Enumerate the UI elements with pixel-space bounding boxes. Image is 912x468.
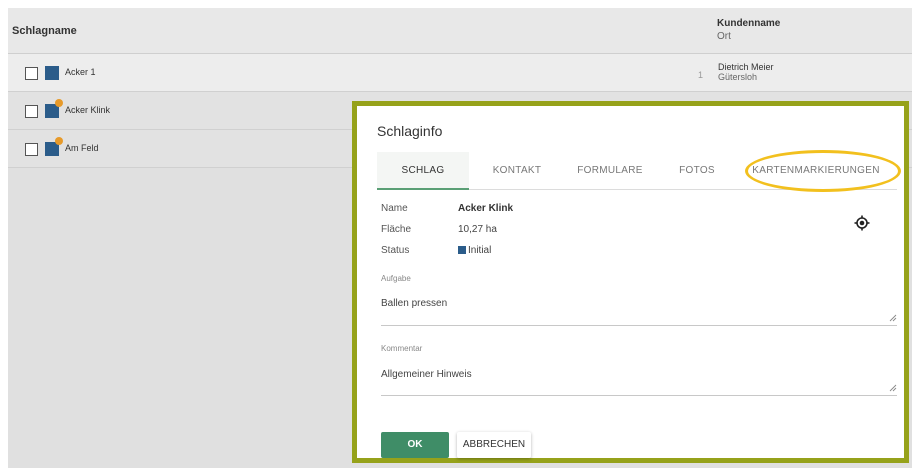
highlight-ellipse xyxy=(745,150,901,192)
resize-handle-icon[interactable] xyxy=(889,314,897,322)
field-status-swatch xyxy=(45,66,59,80)
status-swatch xyxy=(458,246,466,254)
tab-schlag[interactable]: SCHLAG xyxy=(377,152,469,190)
resize-handle-icon[interactable] xyxy=(889,384,897,392)
tab-formulare[interactable]: FORMULARE xyxy=(575,152,645,190)
dialog-title: Schlaginfo xyxy=(377,123,443,139)
name-value: Acker Klink xyxy=(458,203,514,214)
field-info-dialog: Schlaginfo SCHLAG KONTAKT FORMULARE FOTO… xyxy=(352,101,909,463)
comment-input[interactable]: Allgemeiner Hinweis xyxy=(381,369,472,380)
row-checkbox[interactable] xyxy=(25,105,38,118)
area-value: 10,27 ha xyxy=(458,224,497,235)
column-header-name[interactable]: Schlagname xyxy=(12,25,77,37)
ok-button[interactable]: OK xyxy=(381,432,449,458)
column-header-customer[interactable]: Kundenname Ort xyxy=(717,17,780,43)
tab-kontakt[interactable]: KONTAKT xyxy=(489,152,545,190)
notification-badge-icon xyxy=(55,99,63,107)
table-header: Schlagname Kundenname Ort xyxy=(8,8,912,54)
task-label: Aufgabe xyxy=(381,274,411,283)
row-checkbox[interactable] xyxy=(25,143,38,156)
notification-badge-icon xyxy=(55,137,63,145)
name-label: Name xyxy=(381,203,408,214)
row-checkbox[interactable] xyxy=(25,67,38,80)
row-customer: Dietrich Meier Gütersloh xyxy=(718,62,774,82)
status-value: Initial xyxy=(458,245,491,256)
row-field-name: Acker Klink xyxy=(65,105,111,115)
row-field-name: Am Feld xyxy=(65,143,99,153)
cancel-button[interactable]: ABBRECHEN xyxy=(457,432,531,458)
row-number: 1 xyxy=(698,70,704,80)
status-label: Status xyxy=(381,245,410,256)
task-input[interactable]: Ballen pressen xyxy=(381,298,447,309)
column-header-city-label: Ort xyxy=(717,31,731,42)
task-input-underline xyxy=(381,325,897,326)
column-header-customer-label: Kundenname xyxy=(717,18,781,29)
comment-input-underline xyxy=(381,395,897,396)
comment-label: Kommentar xyxy=(381,344,423,353)
row-customer-city: Gütersloh xyxy=(718,72,758,82)
row-field-name: Acker 1 xyxy=(65,67,96,77)
row-customer-name: Dietrich Meier xyxy=(718,62,774,72)
area-label: Fläche xyxy=(381,224,412,235)
table-row[interactable]: Acker 1 1 Dietrich Meier Gütersloh xyxy=(8,54,912,92)
status-text: Initial xyxy=(468,245,492,256)
tab-fotos[interactable]: FOTOS xyxy=(679,152,715,190)
target-icon[interactable] xyxy=(854,215,870,231)
